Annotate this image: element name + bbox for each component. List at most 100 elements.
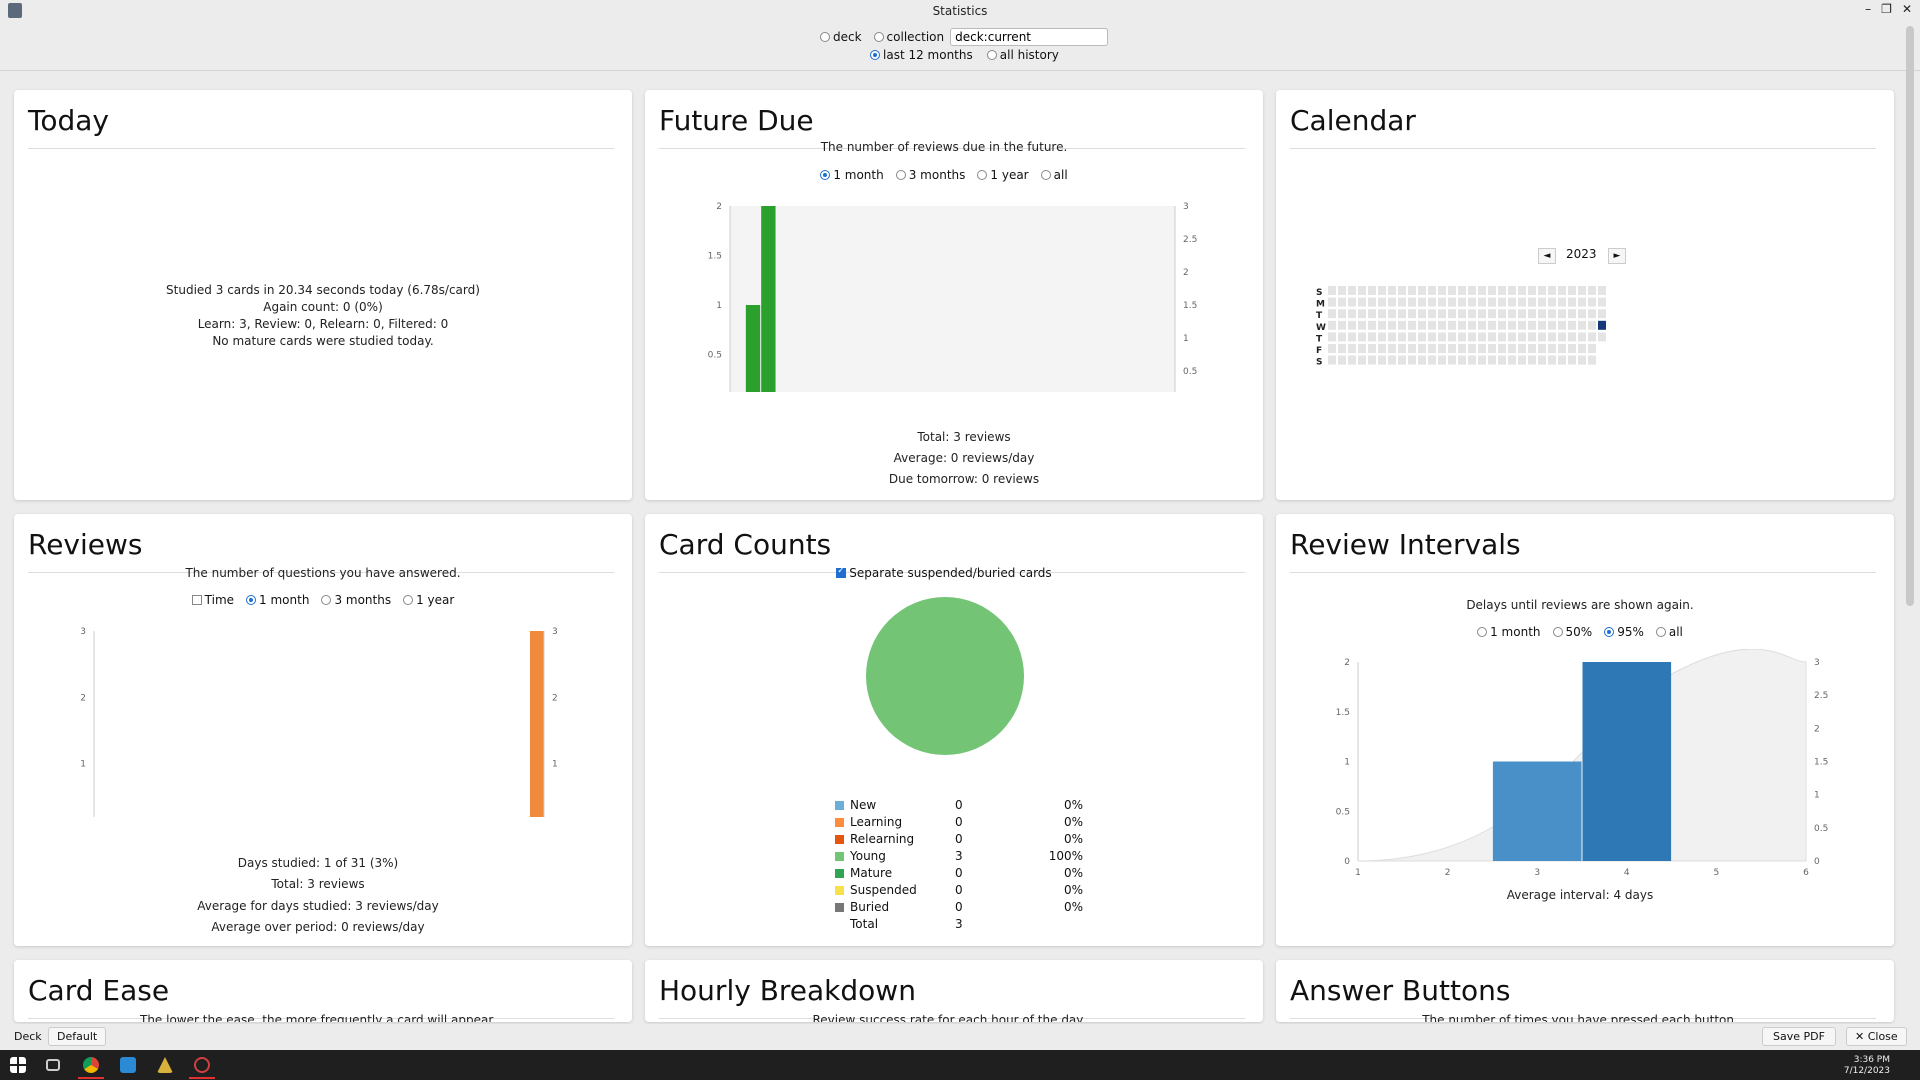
anki-icon[interactable] [194, 1057, 210, 1073]
radio-dot[interactable] [321, 595, 332, 605]
title-rule [1290, 148, 1876, 149]
radio-dot[interactable] [977, 170, 988, 180]
today-line-3: Learn: 3, Review: 0, Relearn: 0, Filtere… [197, 317, 449, 331]
calendar-day [1458, 355, 1466, 365]
close-button[interactable]: ✕ Close [1846, 1027, 1907, 1046]
checkbox-box[interactable] [836, 566, 847, 578]
rv-3months-radio[interactable]: 3 months [321, 593, 391, 607]
system-clock[interactable]: 3:36 PM 7/12/2023 [1844, 1055, 1890, 1077]
deck-select-button[interactable]: Default [48, 1027, 107, 1046]
legend-count: 0 [955, 831, 963, 846]
calendar-day [1468, 286, 1476, 295]
reviews-subtitle: The number of questions you have answere… [185, 566, 461, 580]
y2-tick-label: 0.5 [1183, 367, 1197, 377]
calendar-day [1398, 355, 1406, 365]
fd-1year-radio[interactable]: 1 year [977, 168, 1029, 182]
fd-3months-radio[interactable]: 3 months [895, 168, 965, 182]
calendar-day [1468, 320, 1476, 330]
calendar-day [1418, 320, 1426, 330]
app-icon-triangle[interactable] [157, 1057, 173, 1073]
x-tick-label: 5 [1714, 868, 1720, 878]
deck-radio[interactable]: deck [820, 30, 862, 44]
fd-1month-radio[interactable]: 1 month [820, 168, 884, 182]
calendar-day [1488, 344, 1496, 353]
legend-name: Mature [850, 865, 893, 880]
rv-1year-radio[interactable]: 1 year [403, 593, 454, 607]
collection-radio-dot[interactable] [873, 32, 884, 42]
calendar-day [1458, 332, 1466, 342]
calendar-day [1428, 320, 1436, 330]
last-12-months-radio-dot[interactable] [870, 50, 880, 60]
ri-1month-radio[interactable]: 1 month [1477, 625, 1541, 639]
future-due-title: Future Due [659, 104, 814, 137]
chrome-icon[interactable] [83, 1057, 99, 1073]
minimize-button[interactable]: – [1865, 2, 1871, 16]
calendar-next-button[interactable]: ► [1608, 248, 1626, 264]
calendar-day [1498, 286, 1506, 295]
calendar-day [1588, 332, 1596, 342]
vscode-icon[interactable] [120, 1057, 136, 1073]
legend-name: New [850, 797, 877, 812]
calendar-day [1358, 286, 1366, 295]
radio-dot[interactable] [1552, 627, 1563, 637]
calendar-day [1578, 286, 1586, 295]
all-history-radio[interactable]: all history [986, 48, 1059, 62]
x-tick-label: 3 [1534, 868, 1540, 878]
calendar-prev-button[interactable]: ◄ [1538, 248, 1556, 264]
last-12-months-radio[interactable]: last 12 months [870, 48, 973, 62]
search-input[interactable] [950, 28, 1109, 46]
legend-name-cell: Suspended [829, 881, 949, 898]
radio-dot[interactable] [246, 595, 257, 605]
legend-percent: 0% [1063, 899, 1083, 914]
calendar-day [1368, 332, 1376, 342]
legend-row-new: New 0 0% [829, 796, 1089, 813]
ri-all-radio[interactable]: all [1655, 625, 1683, 639]
radio-dot[interactable] [403, 595, 414, 605]
calendar-day [1358, 344, 1366, 353]
reviews-time-label: Time [204, 593, 235, 607]
radio-dot[interactable] [895, 170, 906, 180]
radio-dot[interactable] [820, 170, 831, 180]
calendar-day [1388, 297, 1396, 307]
y-tick-label: 1.5 [1336, 708, 1350, 718]
deck-radio-dot[interactable] [820, 32, 830, 42]
calendar-day [1598, 332, 1606, 342]
weekday-label: F [1316, 346, 1322, 356]
calendar-day [1328, 309, 1336, 319]
radio-dot[interactable] [1604, 627, 1615, 637]
y2-tick-label: 2 [552, 693, 558, 703]
calendar-day [1548, 344, 1556, 353]
active-indicator [189, 1077, 215, 1079]
fd-all-radio[interactable]: all [1040, 168, 1068, 182]
calendar-day [1418, 355, 1426, 365]
task-view-icon[interactable] [46, 1059, 60, 1071]
review-intervals-chart: 0 0.5 1 1.5 2 0 0.5 1 1.5 2 2.5 3 1 2 3 4 5 6 [1336, 649, 1828, 878]
calendar-day [1428, 355, 1436, 365]
scrollbar[interactable] [1906, 26, 1914, 606]
collection-radio[interactable]: collection [873, 30, 944, 44]
calendar-day [1458, 286, 1466, 295]
ri-95-radio[interactable]: 95% [1604, 625, 1644, 639]
radio-dot[interactable] [1040, 170, 1051, 180]
calendar-day [1548, 320, 1556, 330]
calendar-day [1448, 286, 1456, 295]
all-history-radio-dot[interactable] [986, 50, 997, 60]
checkbox-box[interactable] [191, 595, 202, 605]
calendar-day [1558, 320, 1566, 330]
save-pdf-button[interactable]: Save PDF [1762, 1027, 1836, 1046]
maximize-button[interactable]: ❐ [1881, 2, 1892, 16]
start-icon[interactable] [10, 1057, 26, 1073]
radio-dot[interactable] [1655, 627, 1666, 637]
separate-suspended-checkbox[interactable]: Separate suspended/buried cards [836, 566, 1052, 580]
y2-tick-label: 1 [1814, 791, 1820, 801]
radio-dot[interactable] [1477, 627, 1488, 637]
legend-name-cell: Buried [829, 898, 949, 915]
calendar-day [1328, 320, 1336, 330]
legend-swatch [835, 885, 844, 895]
rv-1month-radio[interactable]: 1 month [246, 593, 309, 607]
close-window-button[interactable]: ✕ [1902, 2, 1912, 16]
ri-50-radio[interactable]: 50% [1552, 625, 1592, 639]
calendar-day [1528, 355, 1536, 365]
reviews-time-checkbox[interactable]: Time [191, 593, 235, 607]
reviews-chart: 01230123−30−25−20−15−10−50 [80, 627, 558, 817]
